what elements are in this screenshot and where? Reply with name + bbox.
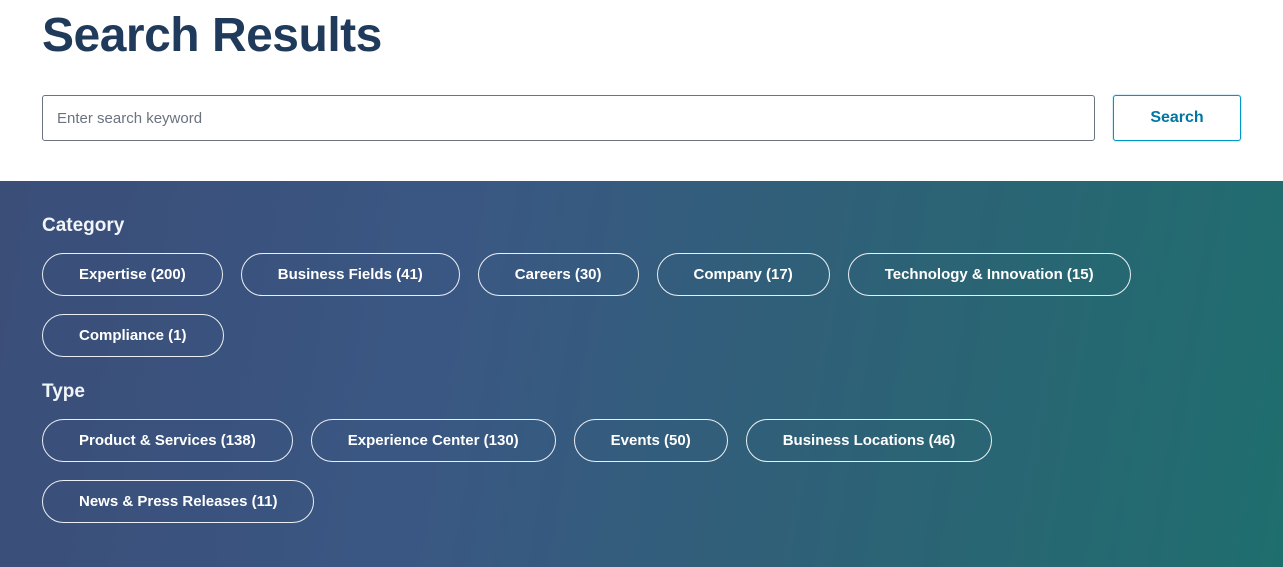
filter-pill-experience-center[interactable]: Experience Center (130) [311, 419, 556, 462]
filter-group-type: Type Product & Services (138) Experience… [42, 381, 1241, 523]
filter-group-category: Category Expertise (200) Business Fields… [42, 215, 1241, 357]
category-pill-row: Expertise (200) Business Fields (41) Car… [42, 253, 1241, 357]
search-button[interactable]: Search [1113, 95, 1241, 141]
filter-pill-product-services[interactable]: Product & Services (138) [42, 419, 293, 462]
filter-pill-business-fields[interactable]: Business Fields (41) [241, 253, 460, 296]
search-row: Search [42, 95, 1241, 141]
filter-pill-business-locations[interactable]: Business Locations (46) [746, 419, 993, 462]
filter-pill-news-press-releases[interactable]: News & Press Releases (11) [42, 480, 314, 523]
type-pill-row: Product & Services (138) Experience Cent… [42, 419, 1241, 523]
filter-heading-category: Category [42, 215, 1241, 237]
search-header-section: Search Results Search [0, 8, 1283, 181]
filter-pill-company[interactable]: Company (17) [657, 253, 830, 296]
filters-section: Category Expertise (200) Business Fields… [0, 181, 1283, 567]
filter-pill-events[interactable]: Events (50) [574, 419, 728, 462]
search-input[interactable] [42, 95, 1095, 141]
filter-pill-expertise[interactable]: Expertise (200) [42, 253, 223, 296]
filter-pill-compliance[interactable]: Compliance (1) [42, 314, 224, 357]
page-title: Search Results [42, 8, 1241, 63]
filter-pill-careers[interactable]: Careers (30) [478, 253, 639, 296]
filter-heading-type: Type [42, 381, 1241, 403]
filter-pill-technology-innovation[interactable]: Technology & Innovation (15) [848, 253, 1131, 296]
